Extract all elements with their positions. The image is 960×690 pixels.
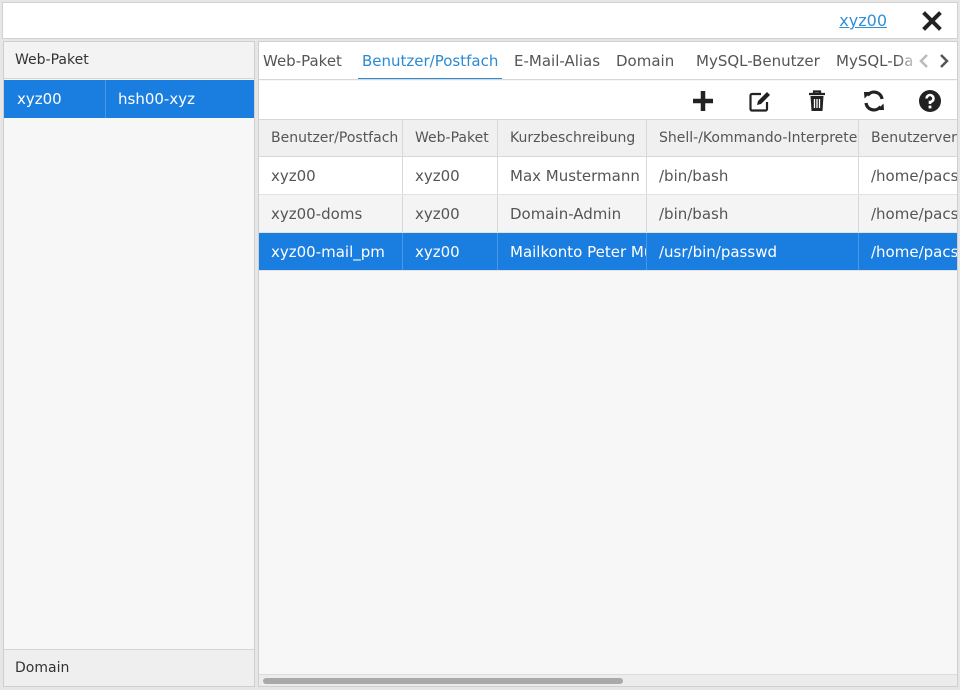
data-grid: Benutzer/Postfach Web-Paket Kurzbeschrei… xyxy=(259,120,958,271)
table-cell: /home/pacs/ xyxy=(871,204,958,223)
chevron-right-icon[interactable] xyxy=(937,53,951,69)
table-cell: /bin/bash xyxy=(647,195,859,232)
left-panel: Web-Paket xyz00 hsh00-xyz Domain xyxy=(3,41,255,687)
table-cell: xyz00 xyxy=(259,157,403,194)
table-cell: xyz00-mail_pm xyxy=(259,233,403,270)
table-row-selected[interactable]: xyz00-mail_pm xyz00 Mailkonto Peter Mu /… xyxy=(259,233,958,271)
table-cell: xyz00 xyxy=(403,233,498,270)
table-cell: Domain-Admin xyxy=(498,195,647,232)
trash-icon[interactable] xyxy=(805,89,829,113)
table-cell: Mailkonto Peter Mu xyxy=(498,233,647,270)
close-icon[interactable] xyxy=(921,10,943,32)
table-cell: /home/pacs/ xyxy=(871,166,958,185)
edit-icon[interactable] xyxy=(748,89,772,113)
column-header[interactable]: Kurzbeschreibung xyxy=(498,120,647,156)
table-cell: Max Mustermann xyxy=(498,157,647,194)
top-bar: xyz00 xyxy=(2,2,958,39)
table-cell: /bin/bash xyxy=(647,157,859,194)
column-header[interactable]: Shell-/Kommando-Interpreter xyxy=(647,120,859,156)
plus-icon[interactable] xyxy=(691,89,715,113)
left-panel-header: Web-Paket xyxy=(4,42,254,79)
column-header[interactable]: Benutzer/Postfach xyxy=(259,120,403,156)
tab-email-alias[interactable]: E-Mail-Alias xyxy=(514,42,600,79)
column-header[interactable]: Benutzerverze xyxy=(859,120,957,156)
user-link[interactable]: xyz00 xyxy=(839,11,887,30)
table-row[interactable]: xyz00 xyz00 Max Mustermann /bin/bash /ho… xyxy=(259,157,958,195)
toolbar xyxy=(259,81,957,120)
left-row-package-id: hsh00-xyz xyxy=(118,90,195,108)
tab-domain[interactable]: Domain xyxy=(616,42,674,79)
grid-header-row: Benutzer/Postfach Web-Paket Kurzbeschrei… xyxy=(259,120,957,157)
tab-bar: Web-Paket Benutzer/Postfach E-Mail-Alias… xyxy=(259,42,957,80)
column-header[interactable]: Web-Paket xyxy=(403,120,498,156)
left-row-package-name: xyz00 xyxy=(4,80,106,118)
table-cell: xyz00-doms xyxy=(259,195,403,232)
refresh-icon[interactable] xyxy=(862,89,886,113)
table-cell: /usr/bin/passwd xyxy=(647,233,859,270)
left-panel-row-selected[interactable]: xyz00 hsh00-xyz xyxy=(4,80,254,118)
tab-benutzer-postfach[interactable]: Benutzer/Postfach xyxy=(358,42,503,79)
table-cell: /home/pacs/ xyxy=(871,242,958,261)
table-row[interactable]: xyz00-doms xyz00 Domain-Admin /bin/bash … xyxy=(259,195,958,233)
help-icon[interactable] xyxy=(918,89,942,113)
scrollbar-thumb[interactable] xyxy=(263,678,623,684)
tab-web-paket[interactable]: Web-Paket xyxy=(263,42,342,79)
horizontal-scrollbar[interactable] xyxy=(259,674,957,686)
table-cell: xyz00 xyxy=(403,195,498,232)
chevron-left-icon[interactable] xyxy=(917,53,931,69)
main-panel: Web-Paket Benutzer/Postfach E-Mail-Alias… xyxy=(258,41,958,687)
table-cell: xyz00 xyxy=(403,157,498,194)
tab-mysql-benutzer[interactable]: MySQL-Benutzer xyxy=(696,42,820,79)
left-panel-footer-domain[interactable]: Domain xyxy=(4,649,254,686)
